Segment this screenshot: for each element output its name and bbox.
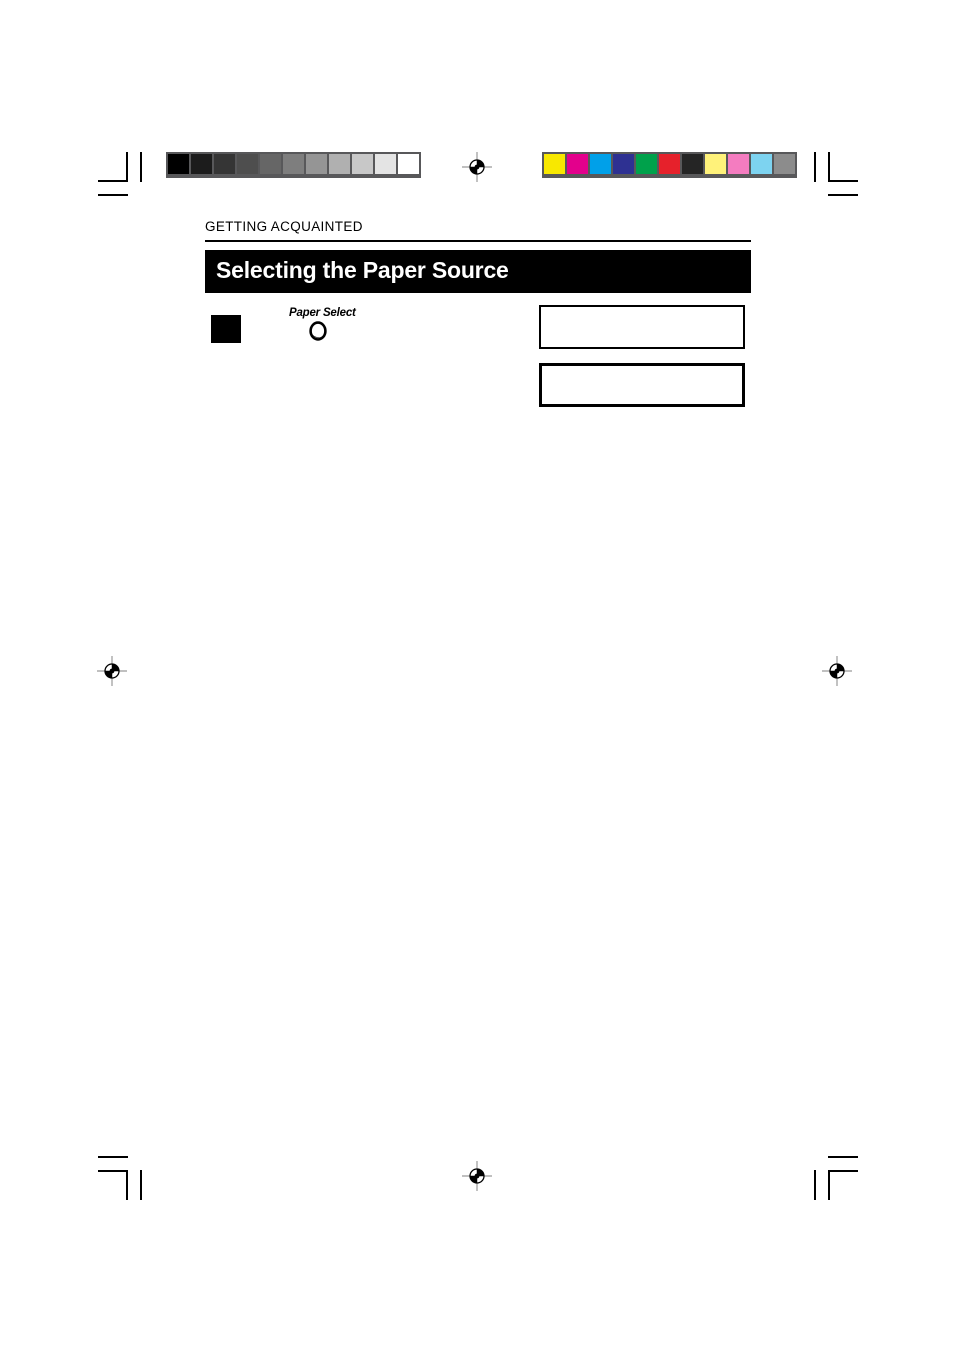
color-patch	[191, 154, 212, 174]
page-canvas: GETTING ACQUAINTED Selecting the Paper S…	[0, 0, 954, 1351]
color-patch	[398, 154, 419, 174]
color-patch	[659, 154, 680, 174]
reg-target-right-middle	[822, 656, 852, 686]
crop-mark-top-left	[98, 152, 158, 202]
color-patch	[613, 154, 634, 174]
color-patch	[590, 154, 611, 174]
color-patch	[751, 154, 772, 174]
crop-mark-top-right	[798, 152, 858, 202]
color-patch	[375, 154, 396, 174]
lcd-panel-upper	[539, 305, 745, 349]
control-callout: Paper Select	[289, 307, 449, 342]
color-patch	[260, 154, 281, 174]
color-calibration-strip	[542, 152, 797, 178]
color-patch	[352, 154, 373, 174]
document-content: GETTING ACQUAINTED Selecting the Paper S…	[205, 219, 751, 441]
color-patch	[329, 154, 350, 174]
crop-mark-bottom-left	[98, 1150, 158, 1200]
round-button-icon	[307, 320, 329, 342]
color-patch	[728, 154, 749, 174]
color-patch	[214, 154, 235, 174]
reg-target-top-center	[462, 152, 492, 182]
color-patch	[636, 154, 657, 174]
header-rule	[205, 240, 751, 242]
color-patch	[306, 154, 327, 174]
color-patch	[774, 154, 795, 174]
crop-mark-bottom-right	[798, 1150, 858, 1200]
color-patch	[705, 154, 726, 174]
reg-target-bottom-center	[462, 1161, 492, 1191]
color-patch	[237, 154, 258, 174]
color-patch	[544, 154, 565, 174]
color-patch	[283, 154, 304, 174]
reg-target-left-middle	[97, 656, 127, 686]
color-patch	[168, 154, 189, 174]
lcd-panel-lower	[539, 363, 745, 407]
color-patch	[567, 154, 588, 174]
control-label: Paper Select	[289, 307, 356, 319]
instruction-row: Paper Select	[205, 305, 751, 441]
section-title-banner: Selecting the Paper Source	[205, 250, 751, 293]
step-marker-square	[211, 315, 241, 343]
display-panels	[539, 305, 749, 407]
grayscale-calibration-strip	[166, 152, 421, 178]
color-patch	[682, 154, 703, 174]
running-head: GETTING ACQUAINTED	[205, 219, 363, 234]
